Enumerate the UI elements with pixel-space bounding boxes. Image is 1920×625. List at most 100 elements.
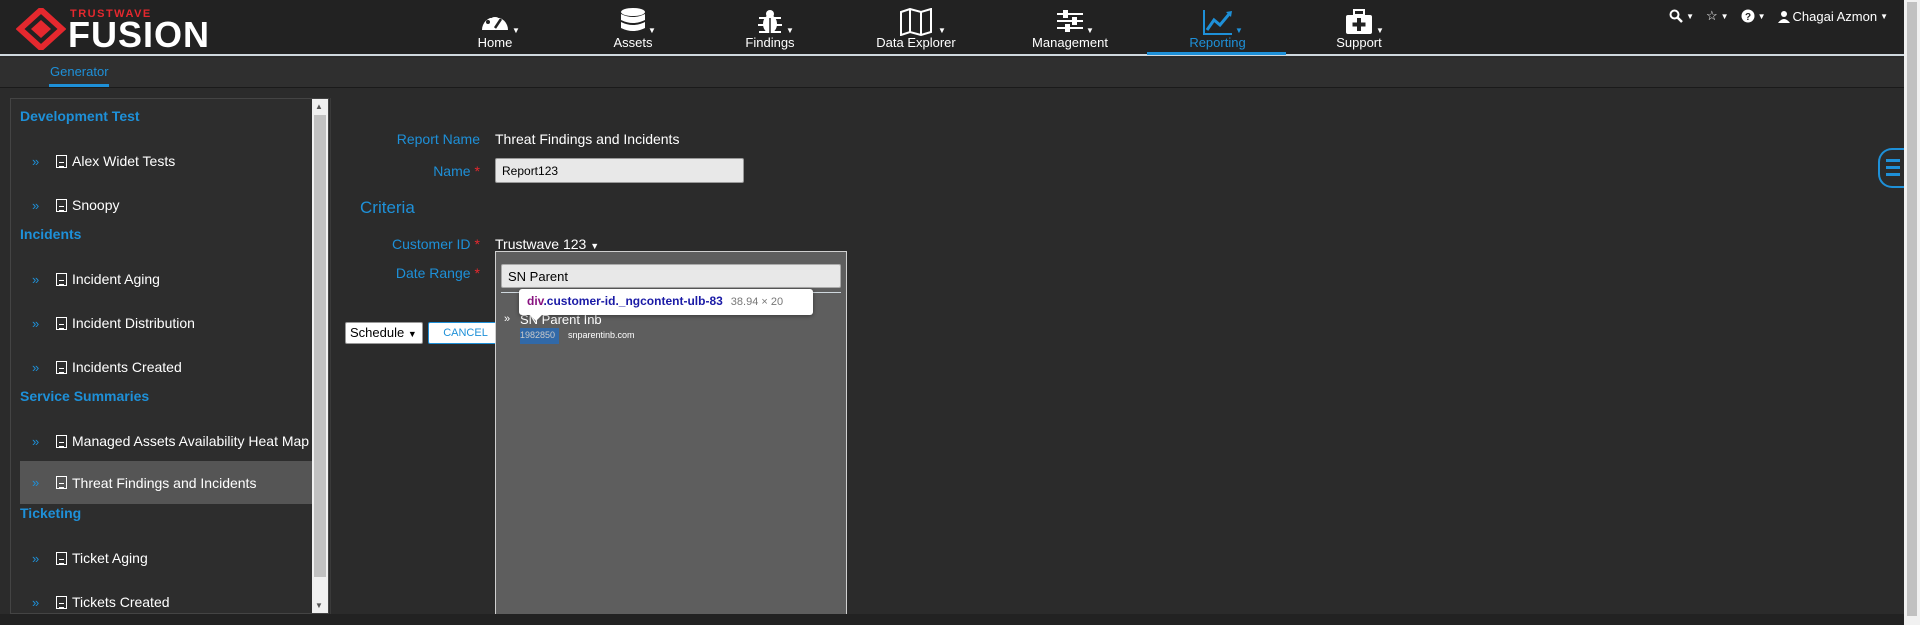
report-document-icon: [56, 551, 67, 565]
report-document-icon: [56, 434, 67, 448]
report-document-icon: [56, 316, 67, 330]
nav-findings[interactable]: ▼ Findings: [740, 6, 800, 54]
required-mark: *: [474, 265, 480, 281]
first-aid-kit-icon: ▼: [1334, 6, 1384, 36]
sidebar-item-label: Alex Widet Tests: [72, 153, 176, 169]
chevron-down-icon: ▼: [1720, 11, 1729, 21]
nav-label: Assets: [613, 35, 653, 50]
sidebar-item-threat-findings[interactable]: » Threat Findings and Incidents: [20, 461, 313, 504]
brand-big-text: FUSION: [68, 14, 211, 55]
menu-bar: [1886, 159, 1900, 162]
search-menu[interactable]: ▼: [1669, 9, 1694, 23]
report-document-icon: [56, 272, 67, 286]
chevron-down-icon: ▼: [512, 26, 520, 35]
chevron-down-icon: ▼: [1686, 11, 1695, 21]
page-scrollbar[interactable]: [1904, 0, 1920, 625]
sidebar-item-snoopy[interactable]: » Snoopy: [20, 185, 313, 225]
cancel-button[interactable]: CANCEL: [428, 322, 503, 344]
tooltip-arrow: [529, 314, 543, 321]
customer-option-id[interactable]: 1982850: [520, 328, 559, 344]
double-chevron-right-icon: »: [32, 197, 39, 213]
report-document-icon: [56, 154, 67, 168]
sidebar-scrollbar[interactable]: ▲ ▼: [312, 99, 328, 613]
double-chevron-right-icon: »: [32, 550, 39, 566]
double-chevron-right-icon: »: [32, 359, 39, 375]
tooltip-dimensions: 38.94 × 20: [730, 296, 784, 308]
double-chevron-right-icon: »: [32, 153, 39, 169]
group-title: Development Test: [20, 108, 140, 124]
sidebar-item-label: Threat Findings and Incidents: [72, 474, 257, 491]
sidebar-item-alex-widet-tests[interactable]: » Alex Widet Tests: [20, 141, 313, 181]
name-field[interactable]: [495, 158, 744, 183]
scroll-up-icon[interactable]: ▲: [315, 102, 323, 111]
sub-navbar: Generator: [0, 58, 1904, 88]
favorites-menu[interactable]: ☆ ▼: [1706, 8, 1729, 24]
sidebar-item-label: Ticket Aging: [72, 550, 148, 566]
svg-text:?: ?: [1745, 12, 1751, 23]
search-icon: [1669, 9, 1683, 23]
report-document-icon: [56, 360, 67, 374]
tooltip-selector: .customer-id._ngcontent-ulb-83: [543, 294, 723, 308]
customer-id-value: Trustwave 123: [495, 236, 587, 252]
sidebar-item-ticket-aging[interactable]: » Ticket Aging: [20, 538, 313, 578]
active-tab-indicator: [49, 84, 109, 87]
sidebar-item-incidents-created[interactable]: » Incidents Created: [20, 347, 313, 387]
menu-bar: [1886, 173, 1900, 176]
chevron-down-icon: ▼: [1235, 26, 1243, 35]
nav-label: Reporting: [1189, 35, 1246, 50]
chevron-down-icon: ▼: [648, 26, 656, 35]
top-right-utilities: ▼ ☆ ▼ ? ▼ Chagai Azmon ▼: [1669, 6, 1888, 26]
nav-support[interactable]: ▼ Support: [1334, 6, 1384, 54]
required-mark: *: [474, 236, 480, 252]
nav-management[interactable]: ▼ Management: [1030, 6, 1110, 54]
caret-down-icon: ▼: [590, 241, 600, 251]
double-chevron-right-icon: »: [32, 315, 39, 331]
sidebar-item-label: Tickets Created: [72, 594, 170, 610]
top-navbar: TRUSTWAVE FUSION ▼ Home ▼ Assets ▼ Findi…: [0, 0, 1904, 56]
nav-home[interactable]: ▼ Home: [470, 6, 520, 54]
caret-down-icon: ▼: [407, 329, 417, 339]
help-menu[interactable]: ? ▼: [1741, 9, 1766, 23]
nav-label: Home: [477, 35, 513, 50]
criteria-heading: Criteria: [360, 198, 415, 217]
sidebar-item-managed-assets-heat-map[interactable]: » Managed Assets Availability Heat Map: [20, 421, 313, 461]
report-list-sidebar: Development Test » Alex Widet Tests » Snoo…: [10, 98, 329, 614]
chevron-down-icon: ▼: [1757, 11, 1766, 21]
schedule-select[interactable]: Schedule ▼: [345, 322, 423, 344]
nav-assets[interactable]: ▼ Assets: [608, 6, 658, 54]
bug-icon: ▼: [740, 6, 800, 36]
sidebar-item-incident-aging[interactable]: » Incident Aging: [20, 259, 313, 299]
scrollbar-thumb[interactable]: [314, 115, 326, 577]
sidebar-item-incident-distribution[interactable]: » Incident Distribution: [20, 303, 313, 343]
fusion-logo-mark: [16, 8, 66, 50]
sidebar-item-tickets-created[interactable]: » Tickets Created: [20, 582, 313, 613]
customer-id-label-text: Customer ID: [391, 236, 471, 252]
nav-reporting[interactable]: ▼ Reporting: [1185, 6, 1250, 54]
scroll-down-icon[interactable]: ▼: [315, 601, 323, 610]
double-chevron-right-icon: »: [32, 433, 39, 449]
sidebar-item-label: Incidents Created: [72, 359, 182, 375]
sliders-icon: ▼: [1030, 6, 1110, 36]
report-document-icon: [56, 198, 67, 212]
user-name: Chagai Azmon: [1792, 8, 1878, 24]
group-title: Incidents: [20, 226, 82, 242]
user-menu[interactable]: Chagai Azmon ▼: [1777, 8, 1888, 24]
customer-id-select[interactable]: Trustwave 123 ▼: [495, 236, 599, 252]
double-chevron-right-icon: »: [32, 271, 39, 287]
chevron-down-icon: ▼: [938, 26, 946, 35]
trustwave-fusion-logo[interactable]: TRUSTWAVE FUSION: [16, 6, 209, 53]
report-name-label: Report Name: [396, 131, 480, 147]
customer-search-input[interactable]: [501, 264, 841, 288]
report-document-icon: [56, 476, 67, 489]
tooltip-tag: div: [527, 294, 544, 308]
tab-generator[interactable]: Generator: [50, 64, 109, 79]
scrollbar-thumb[interactable]: [1907, 2, 1917, 616]
chevron-down-icon: ▼: [1086, 26, 1094, 35]
chevron-down-icon: ▼: [786, 26, 794, 35]
side-panel-toggle[interactable]: [1878, 148, 1904, 188]
group-title: Ticketing: [20, 505, 82, 521]
bottom-strip: [0, 614, 1904, 625]
user-icon: [1777, 10, 1790, 23]
nav-data-explorer[interactable]: ▼ Data Explorer: [876, 6, 956, 54]
devtools-inspect-tooltip: div.customer-id._ngcontent-ulb-83 38.94 ×…: [519, 289, 813, 315]
